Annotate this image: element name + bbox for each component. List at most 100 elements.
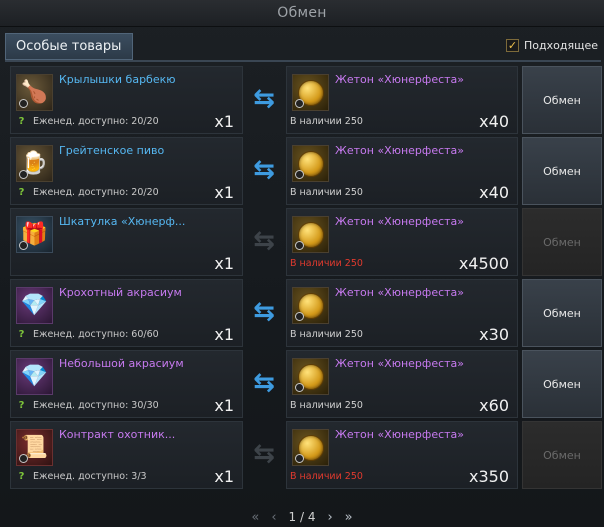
prev-page-icon[interactable]: ‹: [271, 510, 276, 525]
cost-card[interactable]: Жетон «Хюнерфеста» В наличии 250 x4500: [286, 208, 518, 276]
clock-icon: [19, 241, 28, 250]
pagination: « ‹ 1 / 4 › »: [0, 507, 604, 527]
exchange-button[interactable]: Обмен: [522, 421, 602, 489]
item-card[interactable]: 🍗 Крылышки барбекю ? Еженед. доступно: 2…: [10, 66, 243, 134]
cost-quantity: x350: [468, 467, 509, 486]
weekly-text: Еженед. доступно: 30/30: [33, 400, 159, 411]
item-name: Крылышки барбекю: [59, 73, 176, 86]
exchange-arrows-icon: ⇆: [253, 84, 275, 114]
window-title: Обмен: [277, 5, 327, 21]
exchange-row: 💎 Крохотный акрасиум ? Еженед. доступно:…: [10, 279, 602, 347]
cost-card[interactable]: Жетон «Хюнерфеста» В наличии 250 x40: [286, 137, 518, 205]
next-page-icon[interactable]: ›: [327, 510, 332, 525]
cost-name: Жетон «Хюнерфеста»: [335, 357, 465, 370]
weekly-text: Еженед. доступно: 60/60: [33, 329, 159, 340]
exchange-arrows-icon: ⇆: [253, 155, 275, 185]
exchange-row: 🍗 Крылышки барбекю ? Еженед. доступно: 2…: [10, 66, 602, 134]
tab-special-goods[interactable]: Особые товары: [5, 33, 133, 60]
first-page-icon[interactable]: «: [251, 510, 259, 525]
exchange-button[interactable]: Обмен: [522, 350, 602, 418]
tab-underline: [5, 60, 601, 62]
help-icon[interactable]: ?: [16, 187, 27, 198]
clock-icon: [295, 383, 304, 392]
exchange-row: 📜 Контракт охотник... ? Еженед. доступно…: [10, 421, 602, 489]
stock-text: В наличии 250: [290, 329, 363, 340]
help-icon[interactable]: ?: [16, 329, 27, 340]
window-titlebar: Обмен: [0, 0, 604, 27]
exchange-button[interactable]: Обмен: [522, 66, 602, 134]
exchange-button[interactable]: Обмен: [522, 279, 602, 347]
exchange-arrows-icon: ⇆: [253, 297, 275, 327]
suitable-filter[interactable]: ✓ Подходящее: [506, 39, 598, 52]
bbq-wings-icon: 🍗: [16, 74, 53, 111]
item-card[interactable]: 📜 Контракт охотник... ? Еженед. доступно…: [10, 421, 243, 489]
coin-icon: [292, 429, 329, 466]
item-quantity: x1: [214, 183, 234, 202]
cost-name: Жетон «Хюнерфеста»: [335, 286, 465, 299]
item-quantity: x1: [214, 254, 234, 273]
coin-icon: [292, 145, 329, 182]
page-indicator: 1 / 4: [288, 510, 316, 524]
cost-name: Жетон «Хюнерфеста»: [335, 215, 465, 228]
exchange-button[interactable]: Обмен: [522, 208, 602, 276]
clock-icon: [295, 241, 304, 250]
item-card[interactable]: 💎 Крохотный акрасиум ? Еженед. доступно:…: [10, 279, 243, 347]
cost-card[interactable]: Жетон «Хюнерфеста» В наличии 250 x30: [286, 279, 518, 347]
clock-icon: [295, 99, 304, 108]
crystal-icon: 💎: [16, 287, 53, 324]
item-name: Крохотный акрасиум: [59, 286, 182, 299]
cost-quantity: x30: [479, 325, 509, 344]
item-quantity: x1: [214, 325, 234, 344]
exchange-window: Обмен Особые товары ✓ Подходящее 🍗 Крылы…: [0, 0, 604, 527]
help-icon[interactable]: ?: [16, 116, 27, 127]
item-card[interactable]: 🎁 Шкатулка «Хюнерф... x1: [10, 208, 243, 276]
cost-card[interactable]: Жетон «Хюнерфеста» В наличии 250 x40: [286, 66, 518, 134]
cost-quantity: x40: [479, 112, 509, 131]
chest-icon: 🎁: [16, 216, 53, 253]
exchange-arrows-icon: ⇆: [253, 226, 275, 256]
cost-card[interactable]: Жетон «Хюнерфеста» В наличии 250 x60: [286, 350, 518, 418]
cost-name: Жетон «Хюнерфеста»: [335, 428, 465, 441]
cost-quantity: x40: [479, 183, 509, 202]
weekly-limit: ? Еженед. доступно: 20/20: [16, 116, 159, 127]
exchange-arrows-icon: ⇆: [253, 439, 275, 469]
suitable-checkbox[interactable]: ✓: [506, 39, 520, 52]
item-name: Шкатулка «Хюнерф...: [59, 215, 186, 228]
clock-icon: [19, 170, 28, 179]
exchange-row: 🎁 Шкатулка «Хюнерф... x1 ⇆ Жетон «Хюнерф…: [10, 208, 602, 276]
coin-icon: [292, 287, 329, 324]
coin-icon: [292, 74, 329, 111]
clock-icon: [19, 454, 28, 463]
cost-card[interactable]: Жетон «Хюнерфеста» В наличии 250 x350: [286, 421, 518, 489]
last-page-icon[interactable]: »: [345, 510, 353, 525]
weekly-limit: ? Еженед. доступно: 20/20: [16, 187, 159, 198]
suitable-label: Подходящее: [524, 39, 598, 52]
clock-icon: [19, 99, 28, 108]
weekly-text: Еженед. доступно: 20/20: [33, 116, 159, 127]
weekly-limit: ? Еженед. доступно: 30/30: [16, 400, 159, 411]
item-card[interactable]: 🍺 Грейтенское пиво ? Еженед. доступно: 2…: [10, 137, 243, 205]
cost-name: Жетон «Хюнерфеста»: [335, 144, 465, 157]
beer-barrel-icon: 🍺: [16, 145, 53, 182]
item-quantity: x1: [214, 396, 234, 415]
item-name: Небольшой акрасиум: [59, 357, 184, 370]
weekly-limit: ? Еженед. доступно: 60/60: [16, 329, 159, 340]
help-icon[interactable]: ?: [16, 471, 27, 482]
item-name: Контракт охотник...: [59, 428, 176, 441]
exchange-button[interactable]: Обмен: [522, 137, 602, 205]
cost-quantity: x4500: [458, 254, 509, 273]
stock-text: В наличии 250: [290, 116, 363, 127]
stock-text: В наличии 250: [290, 258, 363, 269]
coin-icon: [292, 216, 329, 253]
weekly-text: Еженед. доступно: 3/3: [33, 471, 147, 482]
clock-icon: [295, 454, 304, 463]
stock-text: В наличии 250: [290, 400, 363, 411]
coin-icon: [292, 358, 329, 395]
item-name: Грейтенское пиво: [59, 144, 165, 157]
tab-label: Особые товары: [16, 39, 122, 54]
item-card[interactable]: 💎 Небольшой акрасиум ? Еженед. доступно:…: [10, 350, 243, 418]
stock-text: В наличии 250: [290, 187, 363, 198]
item-quantity: x1: [214, 467, 234, 486]
help-icon[interactable]: ?: [16, 400, 27, 411]
weekly-text: Еженед. доступно: 20/20: [33, 187, 159, 198]
